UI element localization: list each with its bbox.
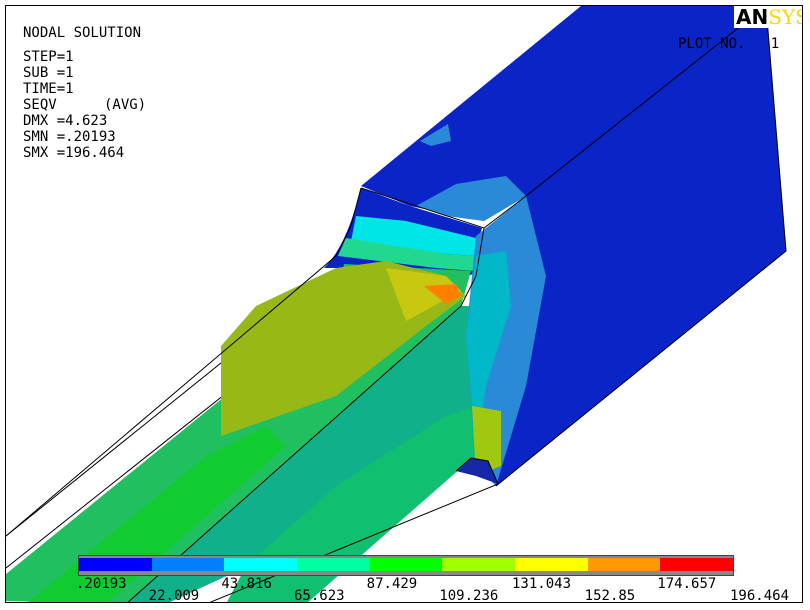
contour-legend: [78, 555, 734, 576]
legend-swatch: [369, 558, 443, 571]
averaging-mode: (AVG): [104, 97, 147, 113]
substep-value: SUB =1: [23, 65, 74, 81]
fe-model-contour[interactable]: [6, 6, 803, 603]
legend-label: 65.623: [294, 588, 345, 603]
plot-number: PLOT NO. 1: [678, 36, 780, 52]
legend-swatch: [79, 558, 152, 571]
graphics-viewport[interactable]: NODAL SOLUTION STEP=1 SUB =1 TIME=1 SEQV…: [5, 5, 803, 603]
dmx-value: DMX =4.623: [23, 113, 108, 129]
legend-label: 152.85: [584, 588, 636, 603]
time-value: TIME=1: [23, 81, 74, 97]
ansys-logo: ANSYS: [734, 6, 802, 28]
legend-label: 196.464: [730, 588, 790, 603]
legend-swatch: [151, 558, 225, 571]
legend-label: 131.043: [512, 576, 572, 592]
legend-swatch: [587, 558, 661, 571]
step-value: STEP=1: [23, 49, 74, 65]
legend-label: 109.236: [439, 588, 499, 603]
legend-label: 43.816: [221, 576, 272, 592]
result-type: SEQV: [23, 97, 57, 113]
legend-swatch: [660, 558, 734, 571]
legend-swatch: [442, 558, 516, 571]
legend-label: 22.009: [148, 588, 200, 603]
legend-label: .20193: [76, 576, 127, 592]
legend-label: 174.657: [657, 576, 717, 592]
legend-swatch: [515, 558, 588, 571]
smn-value: SMN =.20193: [23, 129, 116, 145]
legend-swatch: [297, 558, 370, 571]
legend-swatch: [224, 558, 298, 571]
result-title: NODAL SOLUTION: [23, 25, 142, 41]
legend-label: 87.429: [366, 576, 418, 592]
smx-value: SMX =196.464: [23, 145, 125, 161]
